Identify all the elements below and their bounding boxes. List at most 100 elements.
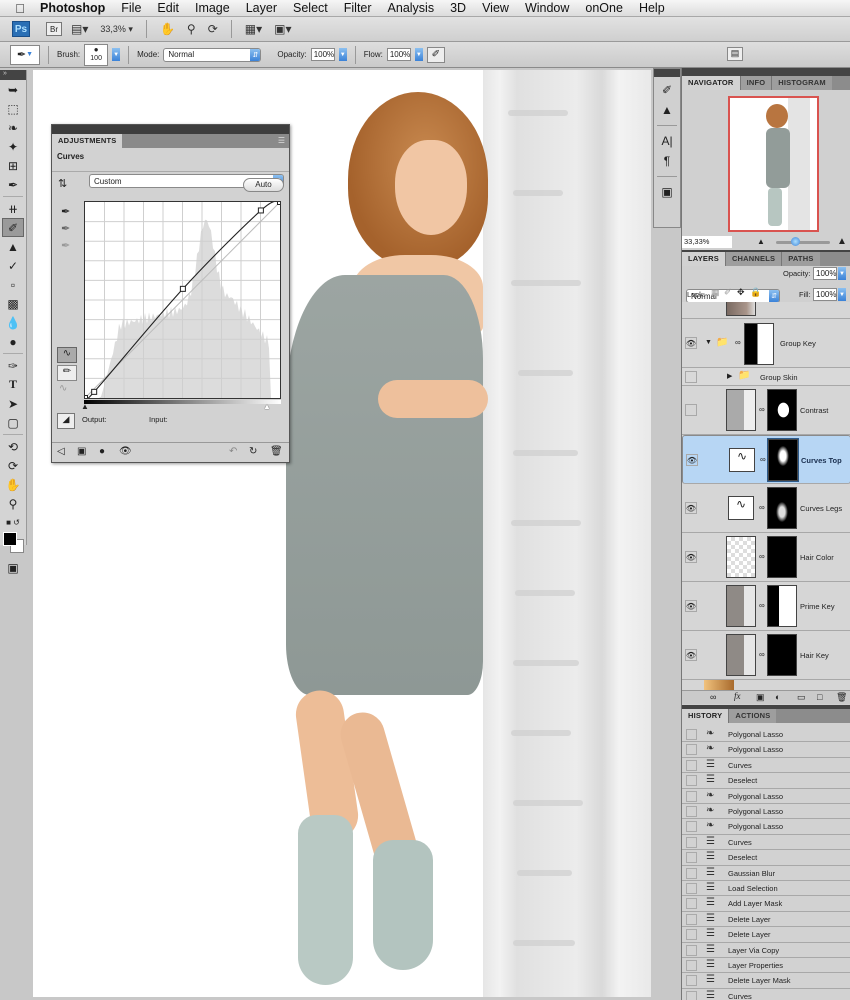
link-icon[interactable]: ∞ — [735, 338, 741, 347]
history-item[interactable]: ☰ Layer Properties — [682, 958, 850, 974]
visibility-empty-box[interactable] — [685, 371, 697, 383]
layer-row[interactable]: 👁 ∿ ∞ Curves Legs — [682, 484, 850, 533]
disclosure-collapsed-icon[interactable]: ▶ — [727, 372, 732, 380]
mode-select[interactable]: Normal ⇵ — [163, 47, 262, 62]
layer-mask-thumbnail[interactable] — [767, 438, 799, 482]
link-icon[interactable]: ∞ — [759, 601, 765, 610]
layer-row[interactable]: 👁 ∞ Hair Color — [682, 533, 850, 582]
mask-panel-icon[interactable]: ▣ — [654, 185, 680, 199]
marquee-tool-icon[interactable]: ⬚ — [0, 99, 26, 118]
flow-input[interactable]: 100% — [386, 48, 411, 61]
brush-tool-icon[interactable]: ✐ — [2, 218, 24, 237]
brush-dropdown-arrow[interactable]: ▼ — [112, 48, 121, 61]
menu-help[interactable]: Help — [631, 1, 673, 15]
toolbox-header[interactable]: » — [0, 70, 26, 80]
clone-source-panel-icon[interactable]: ▲ — [654, 103, 680, 117]
layer-thumbnail[interactable] — [726, 389, 756, 431]
visibility-eye-icon[interactable]: 👁 — [686, 454, 698, 466]
expand-view-icon[interactable]: ▣ — [77, 446, 86, 457]
history-item[interactable]: ❧ Polygonal Lasso — [682, 788, 850, 804]
tab-paths[interactable]: PATHS — [781, 252, 820, 266]
visibility-eye-icon[interactable]: 👁 — [685, 337, 697, 349]
screen-mode-frame-icon[interactable]: ▣▾ — [271, 22, 294, 36]
navigator-zoom-slider-handle[interactable] — [790, 237, 800, 246]
zoom-in-icon[interactable]: ▲ — [837, 236, 847, 247]
add-mask-icon[interactable]: ▣ — [756, 692, 765, 703]
dock-header[interactable] — [654, 69, 680, 77]
eraser-tool-icon[interactable]: ▫ — [0, 275, 26, 294]
history-snapshot-checkbox[interactable] — [686, 806, 697, 817]
layer-opacity-input[interactable]: 100% — [813, 267, 837, 280]
history-item[interactable]: ❧ Polygonal Lasso — [682, 727, 850, 743]
history-snapshot-checkbox[interactable] — [686, 729, 697, 740]
history-snapshot-checkbox[interactable] — [686, 898, 697, 910]
navigator-view-box[interactable] — [728, 96, 819, 232]
shape-tool-icon[interactable]: ▢ — [0, 413, 26, 432]
layer-style-icon[interactable]: fx — [734, 691, 741, 701]
auto-button[interactable]: Auto — [243, 178, 284, 192]
new-adjustment-layer-icon[interactable]: ◐ — [775, 692, 780, 702]
screen-mode-icon[interactable]: ▤▾ — [68, 22, 91, 36]
gradient-tool-icon[interactable]: ▩ — [0, 294, 26, 313]
curves-graph-svg[interactable] — [85, 202, 280, 398]
airbrush-toggle-icon[interactable]: ✐ — [426, 46, 445, 63]
panel-titlebar[interactable] — [682, 68, 850, 76]
menu-window[interactable]: Window — [517, 1, 577, 15]
tab-channels[interactable]: CHANNELS — [724, 252, 782, 266]
history-snapshot-checkbox[interactable] — [686, 790, 697, 802]
panel-toggle-icon[interactable]: ▤ — [727, 47, 743, 61]
new-group-icon[interactable]: ▭ — [797, 692, 806, 703]
layer-mask-thumbnail[interactable] — [767, 634, 797, 676]
menu-filter[interactable]: Filter — [336, 1, 380, 15]
visibility-eye-icon[interactable]: 👁 — [685, 600, 697, 612]
opacity-input[interactable]: 100% — [310, 48, 335, 61]
tab-layers[interactable]: LAYERS — [682, 252, 725, 266]
black-point-eyedropper-icon[interactable]: ✒ — [61, 205, 70, 218]
layer-mask-thumbnail[interactable] — [744, 323, 774, 365]
new-layer-icon[interactable]: □ — [817, 692, 822, 702]
history-snapshot-checkbox[interactable] — [686, 990, 697, 1000]
menu-view[interactable]: View — [474, 1, 517, 15]
gradient-layer-thumbnail[interactable] — [704, 680, 734, 690]
history-snapshot-checkbox[interactable] — [686, 821, 697, 833]
3d-orbit-tool-icon[interactable]: ⟳ — [0, 456, 26, 475]
eyedropper-tool-icon[interactable]: ✒ — [0, 175, 26, 194]
history-item[interactable]: ☰ Layer Via Copy — [682, 942, 850, 958]
curves-adjustment-icon[interactable]: ∿ — [728, 496, 754, 520]
magic-wand-tool-icon[interactable]: ✦ — [0, 137, 26, 156]
layer-mask-thumbnail[interactable] — [767, 585, 797, 627]
default-colors-icon[interactable]: ■ ↺ — [0, 513, 26, 532]
panel-menu-icon[interactable]: ☰ — [274, 134, 289, 148]
clone-stamp-tool-icon[interactable]: ▲ — [0, 237, 26, 256]
menu-layer[interactable]: Layer — [238, 1, 285, 15]
panel-titlebar[interactable] — [52, 125, 289, 134]
history-item[interactable]: ☰ Curves — [682, 988, 850, 1000]
white-input-slider[interactable]: ▲ — [263, 402, 271, 411]
menu-analysis[interactable]: Analysis — [380, 1, 443, 15]
blur-tool-icon[interactable]: 💧 — [0, 313, 26, 332]
layer-row[interactable]: ▶ 📁 Group Skin — [682, 368, 850, 386]
layer-row-selected[interactable]: 👁 ∿ ∞ Curves Top — [682, 435, 850, 484]
link-icon[interactable]: ∞ — [760, 455, 766, 464]
apple-menu-icon[interactable]:  — [0, 1, 40, 16]
fill-arrow[interactable]: ▼ — [838, 288, 846, 301]
delete-layer-icon[interactable]: 🗑 — [836, 692, 847, 703]
show-clipping-icon[interactable]: ◢ — [57, 413, 75, 429]
visibility-eye-icon[interactable]: 👁 — [119, 446, 132, 457]
layer-row[interactable]: ∞ Contrast — [682, 386, 850, 435]
history-item[interactable]: ☰ Delete Layer Mask — [682, 973, 850, 989]
menu-image[interactable]: Image — [187, 1, 238, 15]
layer-row[interactable]: 👁 ∞ Prime Key — [682, 582, 850, 631]
layer-row[interactable]: 👁 ▼ 📁 ∞ Group Key — [682, 319, 850, 368]
tab-history[interactable]: HISTORY — [682, 709, 729, 723]
history-item[interactable]: ☰ Load Selection — [682, 881, 850, 897]
history-item[interactable]: ☰ Delete Layer — [682, 927, 850, 943]
layer-opacity-arrow[interactable]: ▼ — [838, 267, 846, 280]
tab-navigator[interactable]: NAVIGATOR — [682, 76, 740, 90]
pencil-draw-mode-icon[interactable]: ✏ — [57, 365, 77, 381]
pen-tool-icon[interactable]: ✑ — [0, 356, 26, 375]
curves-adjustment-icon[interactable]: ∿ — [729, 448, 755, 472]
flow-dropdown-arrow[interactable]: ▼ — [414, 48, 423, 61]
history-snapshot-checkbox[interactable] — [686, 960, 697, 971]
navigator-zoom-slider[interactable] — [776, 241, 830, 244]
